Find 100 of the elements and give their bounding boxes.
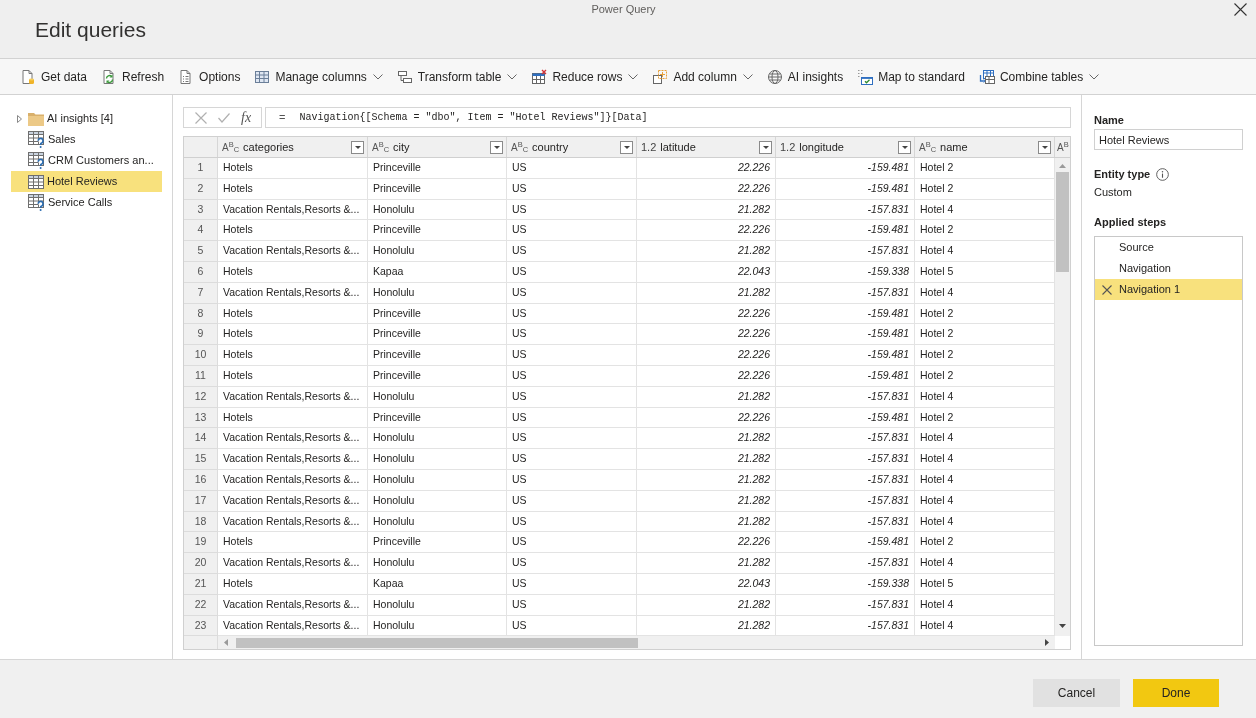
table-cell: Hotels <box>218 220 368 242</box>
vertical-scrollbar[interactable] <box>1055 158 1070 637</box>
toolbar-button[interactable]: Get data <box>18 62 90 91</box>
formula-field[interactable]: = Navigation{[Schema = "dbo", Item = "Hotel Reviews"]}[Data] <box>265 107 1071 128</box>
table-cell: US <box>507 407 637 429</box>
table-cell: Kapaa <box>368 573 507 595</box>
row-number: 8 <box>184 303 218 325</box>
horizontal-scrollbar[interactable] <box>218 636 1055 650</box>
cross-icon[interactable] <box>1102 284 1112 295</box>
table-cell: -157.831 <box>776 553 915 574</box>
column-filter-button[interactable] <box>1038 140 1051 154</box>
table-cell: -157.831 <box>776 594 915 616</box>
table-cell: 22.226 <box>637 532 776 554</box>
row-number: 13 <box>184 407 218 429</box>
table-cell: 22.043 <box>637 573 776 595</box>
table-cell: US <box>507 511 637 533</box>
table-cell: US <box>507 324 637 346</box>
table-cell: Hotels <box>218 303 368 325</box>
column-filter-button[interactable] <box>620 140 633 154</box>
applied-step[interactable]: Navigation 1 <box>1095 279 1242 300</box>
table-cell: -159.481 <box>776 158 915 179</box>
table-cell: -159.481 <box>776 303 915 325</box>
toolbar-button[interactable]: Manage columns <box>252 62 385 91</box>
column-filter-button[interactable] <box>898 140 911 154</box>
scrollbar-thumb[interactable] <box>1056 172 1069 272</box>
table-cell: US <box>507 178 637 200</box>
toolbar-button[interactable]: Reduce rows <box>529 62 641 91</box>
scrollbar-thumb[interactable] <box>236 637 638 648</box>
toolbar-button[interactable]: Add column <box>650 62 755 91</box>
query-item[interactable]: Hotel Reviews <box>11 171 162 192</box>
globe-icon <box>766 68 783 85</box>
info-icon[interactable] <box>1156 167 1170 181</box>
toolbar-button[interactable]: Options <box>176 62 243 91</box>
column-filter-button[interactable] <box>351 140 364 154</box>
row-number: 7 <box>184 282 218 304</box>
name-field[interactable]: Hotel Reviews <box>1094 129 1243 150</box>
table-cell: -159.481 <box>776 345 915 366</box>
table-cell: 22.226 <box>637 220 776 242</box>
table-cell: Vacation Rentals,Resorts &... <box>218 241 368 262</box>
table-cell: Honolulu <box>368 511 507 533</box>
table-cell: Hotels <box>218 178 368 200</box>
table-cell: US <box>507 553 637 574</box>
table-cell: Kapaa <box>368 262 507 283</box>
table-cell: Hotels <box>218 262 368 283</box>
table-cell: -157.831 <box>776 449 915 470</box>
row-number: 15 <box>184 449 218 470</box>
add-column-icon <box>652 68 669 85</box>
toolbar-button[interactable]: Combine tables <box>976 62 1102 91</box>
table-icon <box>254 68 271 85</box>
table-question-icon <box>28 152 45 169</box>
table-cell: 21.282 <box>637 241 776 262</box>
table-cell: Hotels <box>218 345 368 366</box>
table-cell: Princeville <box>368 178 507 200</box>
column-filter-button[interactable] <box>759 140 772 154</box>
row-number: 6 <box>184 262 218 283</box>
secondary-button[interactable]: Cancel <box>1033 678 1120 707</box>
table-cell: US <box>507 241 637 262</box>
scroll-right-icon[interactable] <box>1045 639 1049 647</box>
table-cell: Princeville <box>368 407 507 429</box>
table-cell: 21.282 <box>637 428 776 450</box>
equals-label: = <box>279 110 286 126</box>
table-cell: US <box>507 282 637 304</box>
toolbar-button[interactable]: Map to standard <box>855 62 967 91</box>
table-cell: -159.338 <box>776 573 915 595</box>
table-cell: -159.481 <box>776 365 915 387</box>
table-question-icon <box>28 131 45 148</box>
row-number: 17 <box>184 490 218 512</box>
check-icon[interactable] <box>218 112 230 123</box>
table-cell: Princeville <box>368 158 507 179</box>
toolbar-button[interactable]: Transform table <box>394 62 520 91</box>
scroll-down-icon[interactable] <box>1059 624 1066 629</box>
table-cell: -157.831 <box>776 241 915 262</box>
row-number: 14 <box>184 428 218 450</box>
primary-button[interactable]: Done <box>1133 678 1219 707</box>
column-name: country <box>532 139 569 155</box>
table-cell: -157.831 <box>776 282 915 304</box>
row-number: 2 <box>184 178 218 200</box>
table-cell: 21.282 <box>637 449 776 470</box>
stacked-boxes-icon <box>396 68 413 85</box>
caret-down-icon <box>493 145 500 149</box>
table-check-icon <box>857 68 874 85</box>
table-cell: US <box>507 158 637 179</box>
column-filter-button[interactable] <box>490 140 503 154</box>
column-name: name <box>940 139 968 155</box>
fx-button[interactable]: fx <box>241 109 252 126</box>
close-icon[interactable] <box>1234 2 1247 16</box>
table-cell: 21.282 <box>637 490 776 512</box>
table-cell: 22.226 <box>637 324 776 346</box>
expand-arrow-icon[interactable] <box>17 114 22 123</box>
table-cell: Honolulu <box>368 199 507 221</box>
table-cell: Hotels <box>218 407 368 429</box>
toolbar-button[interactable]: Refresh <box>99 62 167 91</box>
toolbar-button[interactable]: AI insights <box>764 62 846 91</box>
field-label: Entity type <box>1094 167 1151 181</box>
table-cell: Honolulu <box>368 386 507 408</box>
table-cell: Honolulu <box>368 469 507 491</box>
table-cell: Princeville <box>368 532 507 554</box>
table-cell: Vacation Rentals,Resorts &... <box>218 428 368 450</box>
table-cell: US <box>507 490 637 512</box>
row-number: 20 <box>184 553 218 574</box>
